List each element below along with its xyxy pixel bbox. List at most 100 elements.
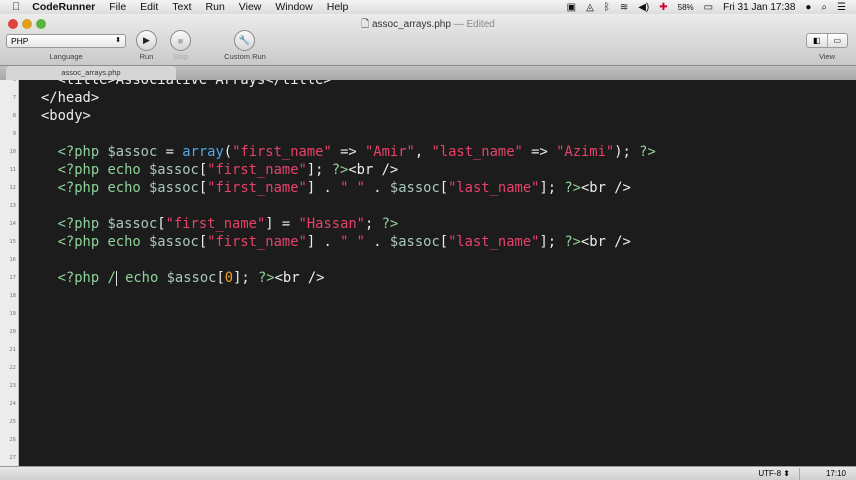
code-line[interactable]: <title>Associative Arrays</title>	[41, 80, 332, 89]
window-filename: assoc_arrays.php	[371, 19, 451, 30]
custom-run-button[interactable]: 🔧	[234, 30, 255, 51]
menu-window[interactable]: Window	[275, 1, 312, 13]
code-token-op: ;	[364, 216, 382, 232]
line-number: 11	[9, 167, 16, 173]
code-token-str: "first_name"	[207, 234, 307, 250]
sidebar-view-icon[interactable]: ◧	[807, 34, 828, 47]
airplay-icon[interactable]: ◬	[586, 2, 594, 13]
line-number: 6	[12, 80, 16, 83]
code-token-op: );	[614, 144, 640, 160]
code-line[interactable]: <?php / echo $assoc[0]; ?><br />	[41, 269, 325, 287]
code-line[interactable]: <?php $assoc["first_name"] = "Hassan"; ?…	[41, 215, 399, 233]
code-token-op: [	[157, 216, 166, 232]
code-token-op: [	[216, 270, 225, 286]
notification-icon[interactable]: ☰	[837, 2, 846, 13]
line-number: 19	[9, 311, 16, 317]
stop-button[interactable]: ■	[170, 30, 191, 51]
custom-run-label: Custom Run	[224, 52, 266, 61]
code-token-op: =	[157, 144, 183, 160]
stop-icon: ■	[177, 35, 184, 46]
menu-run[interactable]: Run	[206, 1, 225, 13]
code-line[interactable]: </head>	[41, 89, 99, 107]
facetime-icon[interactable]: ▣	[567, 2, 576, 13]
user-icon[interactable]: ●	[805, 2, 811, 13]
line-number: 23	[9, 383, 16, 389]
language-select[interactable]: PHP ⬍	[6, 34, 126, 48]
wifi-icon[interactable]: ≋	[620, 2, 628, 13]
code-token-tag: </head>	[41, 90, 100, 106]
code-token-str: "first_name"	[165, 216, 266, 232]
clock[interactable]: Fri 31 Jan 17:38	[723, 2, 795, 13]
code-line[interactable]: <?php echo $assoc["first_name"] . " " . …	[41, 179, 631, 197]
code-token-php: <?php	[41, 216, 108, 232]
line-number: 17	[9, 275, 16, 281]
code-token-php: echo	[116, 270, 167, 286]
code-token-op: ];	[539, 234, 565, 250]
spotlight-icon[interactable]: ⌕	[821, 2, 827, 13]
code-editor[interactable]: 6 7 8 9 10 11 12 13 14 15 16 17 18 19 20 21 22 23 24 25 26 27…	[0, 80, 856, 466]
view-toggle[interactable]: ◧ ▭	[806, 33, 848, 48]
volume-icon[interactable]: ◀)	[638, 2, 649, 13]
line-number: 14	[9, 221, 16, 227]
code-token-var: $assoc	[389, 180, 440, 196]
line-number: 8	[12, 113, 16, 119]
run-button[interactable]: ▶	[136, 30, 157, 51]
code-token-str: "first_name"	[207, 162, 307, 178]
battery-icon[interactable]: ▭	[704, 2, 713, 13]
encoding-select[interactable]: UTF-8 ⬍	[758, 469, 790, 478]
status-divider	[799, 468, 800, 480]
menu-view[interactable]: View	[239, 1, 262, 13]
language-value: PHP	[11, 36, 29, 46]
code-token-str: "Amir"	[365, 144, 415, 160]
code-token-str: " "	[340, 234, 365, 250]
menu-text[interactable]: Text	[172, 1, 191, 13]
run-label: Run	[139, 52, 154, 61]
language-label: Language	[49, 52, 83, 61]
code-line[interactable]: <?php echo $assoc["first_name"] . " " . …	[41, 233, 631, 251]
line-gutter: 6 7 8 9 10 11 12 13 14 15 16 17 18 19 20 21 22 23 24 25 26 27	[0, 80, 19, 466]
cursor-position: 17:10	[825, 469, 846, 478]
code-token-php: ?>	[331, 162, 349, 178]
menu-file[interactable]: File	[109, 1, 126, 13]
apple-icon[interactable]: 	[12, 1, 20, 13]
code-token-str: "last_name"	[448, 234, 540, 250]
code-token-var: $assoc	[148, 162, 199, 178]
menu-help[interactable]: Help	[327, 1, 349, 13]
tab-bar: assoc_arrays.php	[0, 66, 856, 80]
menu-app-name[interactable]: CodeRunner	[32, 1, 95, 13]
code-token-num: 0	[224, 270, 234, 286]
flag-icon[interactable]: ✚	[659, 2, 667, 13]
code-token-str: "Azimi"	[556, 144, 615, 160]
encoding-value: UTF-8	[758, 469, 782, 478]
stop-label: Stop	[172, 52, 189, 61]
code-token-str: " "	[340, 180, 365, 196]
menu-bar:  CodeRunner File Edit Text Run View Win…	[0, 0, 856, 14]
battery-percent[interactable]: 58%	[678, 3, 694, 12]
menu-edit[interactable]: Edit	[140, 1, 158, 13]
code-token-php: <?php /	[41, 270, 116, 286]
line-number: 15	[9, 239, 16, 245]
code-token-op: ];	[233, 270, 258, 286]
code-line[interactable]: <body>	[41, 107, 91, 125]
code-line[interactable]: <?php echo $assoc["first_name"]; ?><br /…	[41, 161, 399, 179]
console-view-icon[interactable]: ▭	[828, 34, 848, 47]
code-token-php: ?>	[564, 234, 581, 250]
bluetooth-icon[interactable]: ᛒ	[604, 2, 610, 13]
code-token-op: [	[439, 234, 449, 250]
code-token-str: "last_name"	[431, 144, 523, 160]
code-token-var: $assoc	[389, 234, 440, 250]
code-line[interactable]: <?php $assoc = array("first_name" => "Am…	[41, 143, 656, 161]
wrench-icon: 🔧	[238, 35, 251, 45]
code-token-php: <?php echo	[41, 234, 149, 250]
code-token-php: ?>	[381, 216, 399, 232]
code-token-op: .	[364, 234, 390, 250]
line-number: 27	[9, 455, 16, 461]
line-number: 20	[9, 329, 16, 335]
stepper-icon: ⬍	[115, 37, 121, 44]
tab-assoc-arrays[interactable]: assoc_arrays.php	[6, 66, 176, 80]
code-token-php: <?php echo	[41, 180, 149, 196]
code-token-op: [	[198, 162, 208, 178]
code-token-php: ?>	[639, 144, 656, 160]
line-number: 10	[9, 149, 16, 155]
code-token-str: "first_name"	[207, 180, 307, 196]
